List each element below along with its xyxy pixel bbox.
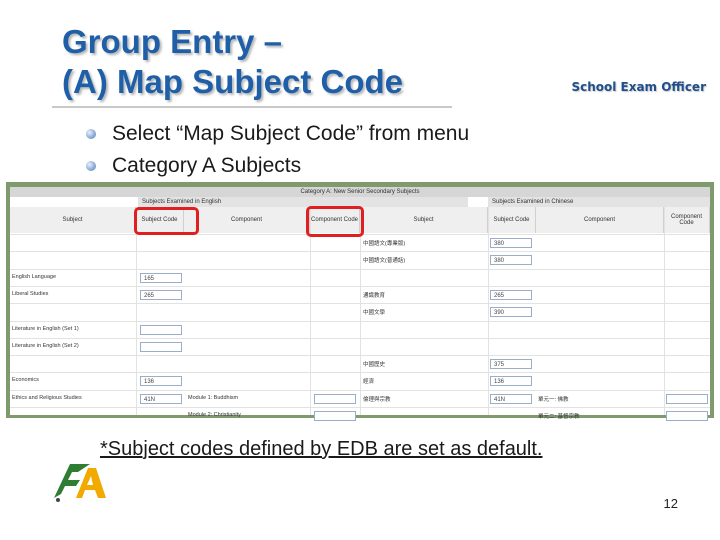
table-row	[10, 303, 710, 305]
subject-cn-cell: 通識教育	[363, 292, 386, 299]
subject-en-cell: Liberal Studies	[12, 290, 49, 297]
component-cn-cell: 單元二: 基督宗教	[538, 414, 580, 420]
title-divider	[52, 106, 452, 108]
subject-cn-cell: 中國文學	[363, 310, 386, 317]
bullet-text: Select “Map Subject Code” from menu	[112, 122, 470, 145]
subject-code-en-field[interactable]	[140, 341, 182, 352]
col-header-component-cn: Component	[536, 207, 664, 233]
table-caption: Category A: New Senior Secondary Subject…	[10, 187, 710, 197]
table-row	[10, 251, 710, 253]
col-header-subject-cn: Subject	[360, 207, 488, 233]
col-header-subject-en: Subject	[10, 207, 136, 233]
column-divider	[664, 207, 665, 415]
subject-code-en-field[interactable]: 165	[140, 272, 182, 283]
slide-title: Group Entry – (A) Map Subject Code	[62, 22, 403, 102]
component-en-cell: Module 2: Christianity	[188, 412, 241, 418]
table-row	[10, 320, 710, 322]
table-row	[10, 372, 710, 374]
component-cn-cell: 單元一: 佛教	[538, 396, 569, 403]
bullet-item: Category A Subjects	[86, 150, 469, 182]
bullet-text: Category A Subjects	[112, 154, 302, 177]
default-codes-note: *Subject codes defined by EDB are set as…	[100, 438, 543, 460]
table-row	[10, 337, 710, 339]
column-divider	[360, 207, 361, 415]
table-row	[10, 268, 710, 270]
subject-code-en-field[interactable]	[140, 324, 182, 335]
column-divider	[136, 207, 137, 415]
highlight-component-code	[306, 206, 364, 237]
slide-title-line-1: Group Entry –	[62, 23, 283, 60]
bullet-dot-icon	[86, 129, 96, 139]
brand-label: School Exam Officer	[571, 80, 706, 94]
component-code-cn-field[interactable]	[666, 411, 708, 421]
column-divider	[488, 207, 489, 415]
col-header-component-code-cn: Component Code	[664, 207, 710, 233]
subject-en-cell: English Language	[12, 273, 57, 280]
table-row	[10, 355, 710, 357]
component-en-cell: Module 1: Buddhism	[188, 394, 239, 401]
subject-code-cn-field[interactable]: 380	[490, 255, 532, 266]
subject-code-cn-field[interactable]: 380	[490, 238, 532, 248]
subject-cn-cell: 中國歷史	[363, 362, 386, 369]
subject-code-en-field[interactable]: 265	[140, 289, 182, 300]
subject-en-cell: Economics	[12, 377, 39, 384]
table-row	[10, 285, 710, 287]
subject-en-cell: Ethics and Religious Studies	[12, 394, 82, 401]
subject-code-en-field[interactable]: 41N	[140, 393, 182, 404]
subject-code-cn-field[interactable]: 41N	[490, 393, 532, 404]
subject-cn-cell: 中國語文(普通話)	[363, 258, 406, 265]
subject-code-cn-field[interactable]: 136	[490, 376, 532, 387]
table-row	[10, 407, 710, 408]
subject-en-cell: Literature in English (Set 1)	[12, 325, 79, 332]
subject-cn-cell: 經濟	[363, 379, 375, 386]
subject-en-cell: Literature in English (Set 2)	[12, 342, 79, 349]
screenshot-frame: Category A: New Senior Secondary Subject…	[6, 182, 714, 421]
bullet-item: Select “Map Subject Code” from menu	[86, 118, 469, 150]
component-code-en-field[interactable]	[314, 393, 356, 404]
subject-code-cn-field[interactable]: 390	[490, 307, 532, 318]
group-english-header: Subjects Examined in English	[138, 197, 468, 207]
subject-code-cn-field[interactable]: 265	[490, 289, 532, 300]
group-chinese-header: Subjects Examined in Chinese	[488, 197, 710, 207]
col-header-subject-code-cn: Subject Code	[488, 207, 536, 233]
subject-code-cn-field[interactable]: 375	[490, 359, 532, 370]
subject-cn-cell: 倫理與宗教	[363, 396, 391, 403]
subject-mapping-table: Category A: New Senior Secondary Subject…	[10, 187, 710, 421]
col-header-component-en: Component	[184, 207, 310, 233]
component-code-cn-field[interactable]	[666, 393, 708, 404]
page-number: 12	[663, 496, 678, 511]
bullet-dot-icon	[86, 161, 96, 171]
bullet-list: Select “Map Subject Code” from menu Cate…	[86, 118, 469, 182]
table-row	[10, 389, 710, 391]
slide-title-line-2: (A) Map Subject Code	[62, 63, 404, 100]
subject-cn-cell: 中國語文(專業版)	[363, 241, 406, 247]
subject-code-en-field[interactable]: 136	[140, 376, 182, 387]
component-code-en-field[interactable]	[314, 411, 356, 421]
highlight-subject-code	[134, 207, 199, 235]
column-divider	[310, 207, 311, 415]
hkeaa-logo-icon	[54, 464, 106, 502]
